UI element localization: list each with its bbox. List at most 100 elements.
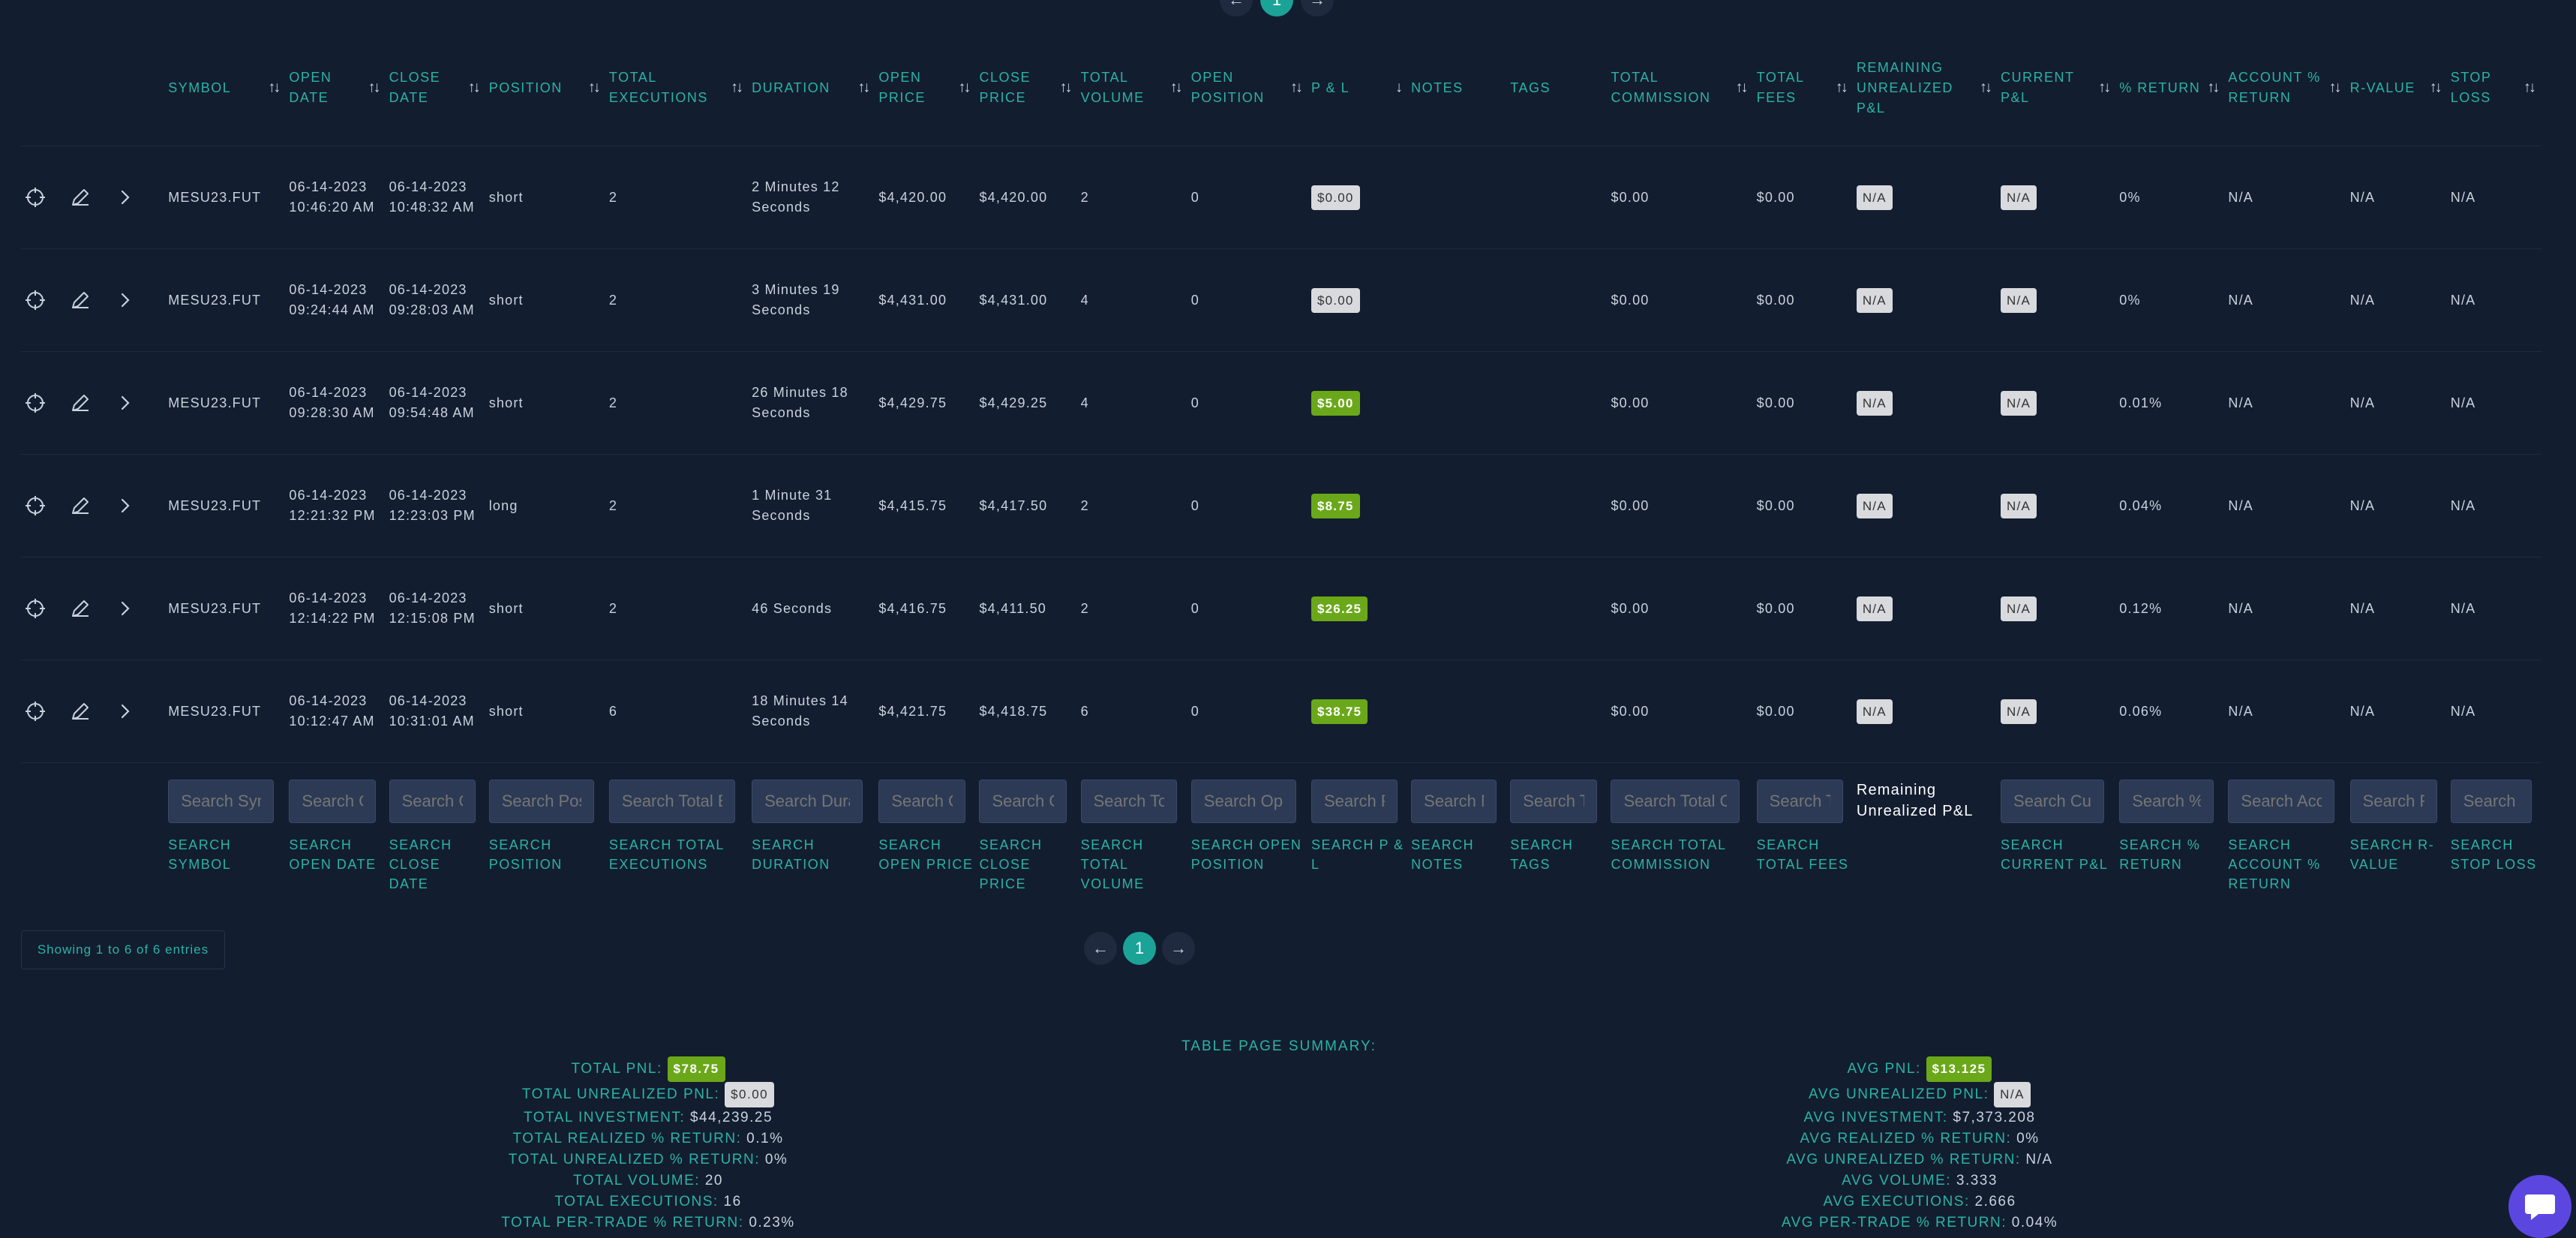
header-remaining-unrealized[interactable]: REMAINING UNREALIZED P&L ↑↓ (1854, 30, 1998, 146)
header-symbol[interactable]: SYMBOL ↑↓ (165, 30, 286, 146)
cell-text: $0.00 (1756, 497, 1795, 513)
header-close-price[interactable]: CLOSE PRICE ↑↓ (976, 30, 1077, 146)
sort-icon[interactable]: ↑↓ (368, 78, 381, 98)
sort-icon[interactable]: ↑↓ (268, 78, 281, 98)
header-label: STOP LOSS (2450, 70, 2492, 105)
chevron-right-icon[interactable] (114, 289, 137, 311)
top-prev-page-button[interactable]: ← (1220, 0, 1253, 17)
header-duration[interactable]: DURATION ↑↓ (749, 30, 875, 146)
header-pnl[interactable]: P & L ↓ (1308, 30, 1408, 146)
header-open-date[interactable]: OPEN DATE ↑↓ (286, 30, 386, 146)
chat-button[interactable] (2508, 1175, 2571, 1238)
chevron-right-icon[interactable] (114, 494, 137, 517)
sort-icon[interactable]: ↑↓ (1060, 78, 1073, 98)
cell-text: $4,418.75 (979, 703, 1048, 719)
crosshair-icon[interactable] (24, 186, 47, 209)
top-next-page-button[interactable]: → (1301, 0, 1334, 17)
chevron-right-icon[interactable] (114, 186, 137, 209)
search-total-commission-input[interactable] (1611, 780, 1740, 823)
sort-desc-icon[interactable]: ↓ (1395, 78, 1403, 98)
cell-close-date: 06-14-2023 12:23:03 PM (386, 454, 486, 557)
cell-open-position: 0 (1187, 248, 1308, 352)
sort-icon[interactable]: ↑↓ (1290, 78, 1303, 98)
search-notes-input[interactable] (1411, 780, 1497, 823)
pencil-icon[interactable] (69, 289, 92, 311)
search-pct-return-input[interactable] (2119, 780, 2214, 823)
sort-icon[interactable]: ↑↓ (468, 78, 481, 98)
pencil-icon[interactable] (69, 597, 92, 620)
header-current-pnl[interactable]: CURRENT P&L ↑↓ (1998, 30, 2116, 146)
search-pnl-input[interactable] (1311, 780, 1398, 823)
chevron-right-icon[interactable] (114, 392, 137, 414)
crosshair-icon[interactable] (24, 700, 47, 723)
header-pct-return[interactable]: % RETURN ↑↓ (2116, 30, 2225, 146)
chevron-right-icon[interactable] (114, 700, 137, 723)
sort-icon[interactable]: ↑↓ (2098, 78, 2111, 98)
search-duration-input[interactable] (752, 780, 863, 823)
sort-icon[interactable]: ↑↓ (1170, 78, 1183, 98)
search-r-value-input[interactable] (2349, 780, 2437, 823)
header-account-return[interactable]: ACCOUNT % RETURN ↑↓ (2225, 30, 2346, 146)
header-open-position[interactable]: OPEN POSITION ↑↓ (1188, 30, 1308, 146)
top-page-1-button[interactable]: 1 (1260, 0, 1293, 17)
page-1-button[interactable]: 1 (1123, 932, 1156, 965)
sort-icon[interactable]: ↑↓ (1980, 78, 1992, 98)
search-stop-loss-input[interactable] (2450, 780, 2532, 823)
header-total-volume[interactable]: TOTAL VOLUME ↑↓ (1078, 30, 1188, 146)
search-account-return-input[interactable] (2228, 780, 2335, 823)
search-symbol-input[interactable] (168, 780, 275, 823)
crosshair-icon[interactable] (24, 392, 47, 414)
pencil-icon[interactable] (69, 392, 92, 414)
sort-icon[interactable]: ↑↓ (2207, 78, 2220, 98)
header-total-executions[interactable]: TOTAL EXECUTIONS ↑↓ (606, 30, 749, 146)
search-total-volume-input[interactable] (1080, 780, 1177, 823)
sort-icon[interactable]: ↑↓ (2523, 78, 2536, 98)
next-page-button[interactable]: → (1162, 932, 1195, 965)
header-total-fees[interactable]: TOTAL FEES ↑↓ (1754, 30, 1854, 146)
sort-icon[interactable]: ↑↓ (2329, 78, 2342, 98)
sort-icon[interactable]: ↑↓ (1736, 78, 1749, 98)
search-close-date-input[interactable] (389, 780, 476, 823)
sort-icon[interactable]: ↑↓ (1836, 78, 1848, 98)
crosshair-icon[interactable] (24, 494, 47, 517)
crosshair-icon[interactable] (24, 597, 47, 620)
sort-icon[interactable]: ↑↓ (857, 78, 870, 98)
pencil-icon[interactable] (69, 494, 92, 517)
search-position-input[interactable] (488, 780, 594, 823)
summary-value: 0.23% (749, 1215, 795, 1230)
sort-icon[interactable]: ↑↓ (2430, 78, 2442, 98)
search-tags-input[interactable] (1510, 780, 1598, 823)
cell-tags (1507, 660, 1608, 763)
sort-icon[interactable]: ↑↓ (958, 78, 971, 98)
pencil-icon[interactable] (69, 700, 92, 723)
search-total-executions-input[interactable] (608, 780, 735, 823)
header-stop-loss[interactable]: STOP LOSS ↑↓ (2448, 30, 2541, 146)
sort-icon[interactable]: ↑↓ (588, 78, 601, 98)
prev-page-button[interactable]: ← (1084, 932, 1117, 965)
pencil-icon[interactable] (69, 186, 92, 209)
search-close-price-input[interactable] (979, 780, 1067, 823)
cell-stop-loss: N/A (2447, 248, 2541, 352)
header-close-date[interactable]: CLOSE DATE ↑↓ (386, 30, 486, 146)
search-open-date-input[interactable] (289, 780, 376, 823)
header-actions (21, 30, 165, 146)
cell-pct-return: 0% (2116, 146, 2226, 249)
header-r-value[interactable]: R-VALUE ↑↓ (2347, 30, 2448, 146)
search-open-price-input[interactable] (878, 780, 966, 823)
cell-position: short (485, 351, 606, 455)
sort-icon[interactable]: ↑↓ (731, 78, 743, 98)
cell-close-date: 06-14-2023 09:28:03 AM (386, 248, 486, 352)
cell-symbol: MESU23.FUT (165, 351, 287, 455)
header-position[interactable]: POSITION ↑↓ (486, 30, 606, 146)
summary-title: TABLE PAGE SUMMARY: (1181, 1038, 1377, 1054)
cell-text: 0% (2119, 292, 2141, 308)
header-open-price[interactable]: OPEN PRICE ↑↓ (875, 30, 976, 146)
search-total-fees-input[interactable] (1756, 780, 1843, 823)
crosshair-icon[interactable] (24, 289, 47, 311)
header-total-commission[interactable]: TOTAL COMMISSION ↑↓ (1608, 30, 1753, 146)
search-current-pnl-input[interactable] (2001, 780, 2105, 823)
search-label: SEARCH DURATION (752, 837, 830, 872)
chevron-right-icon[interactable] (114, 597, 137, 620)
cell-r-value: N/A (2346, 351, 2448, 455)
search-open-position-input[interactable] (1190, 780, 1296, 823)
